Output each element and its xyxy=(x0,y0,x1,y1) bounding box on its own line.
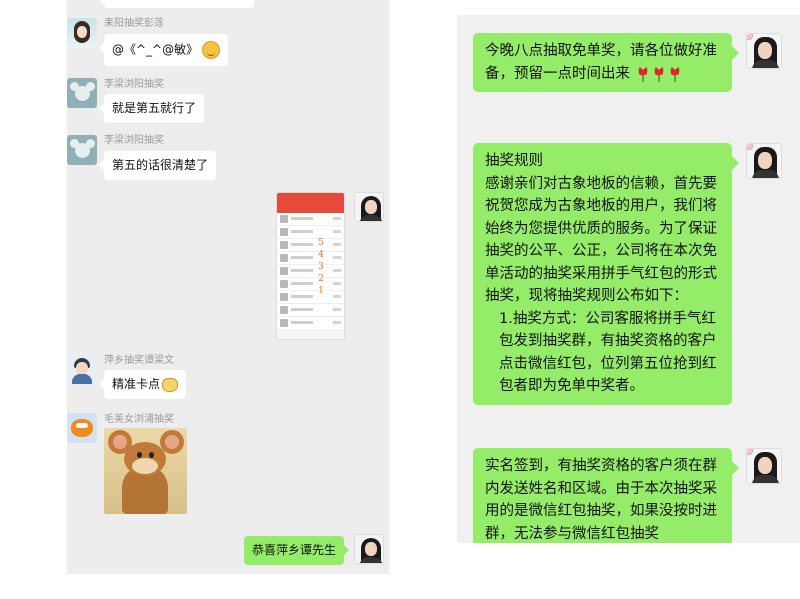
message-text: 就是第五就行了 xyxy=(112,101,197,115)
red-packet-row xyxy=(277,291,344,304)
my-avatar[interactable] xyxy=(746,448,782,484)
message-bubble[interactable]: 精准卡点 xyxy=(98,370,187,399)
sender-name: 耒阳抽奖彭莲 xyxy=(104,18,164,29)
rules-title: 抽奖规则 xyxy=(485,153,543,169)
flower-badge-icon xyxy=(747,449,753,455)
red-packet-row xyxy=(277,304,344,317)
smile-emoji-icon xyxy=(202,41,221,59)
partial-message-bubble xyxy=(99,0,254,8)
annotation-number: 3 xyxy=(318,262,324,272)
message-text: @《^_^@敏》 xyxy=(112,42,199,57)
message-bubble[interactable]: @《^_^@敏》 xyxy=(98,34,229,66)
message-text: 第五的话很清楚了 xyxy=(112,158,209,172)
message-bubble[interactable]: 第五的话很清楚了 xyxy=(98,151,217,180)
my-avatar[interactable] xyxy=(354,192,384,222)
handwritten-rank-annotation: 5 4 3 2 1 xyxy=(315,237,327,297)
tulip-icon xyxy=(654,66,663,82)
my-avatar[interactable] xyxy=(746,33,782,69)
clip-region: 实名签到，有抽奖资格的客户须在群内发送姓名和区域。由于本次抽奖采用的是微信红包抽… xyxy=(457,448,757,543)
tulip-icon xyxy=(670,66,679,82)
sender-avatar[interactable] xyxy=(67,78,97,108)
sender-avatar[interactable] xyxy=(67,413,97,443)
tulip-icon xyxy=(638,66,647,82)
flower-badge-icon xyxy=(747,144,753,150)
message-text: 精准卡点 xyxy=(112,377,161,391)
red-packet-row xyxy=(277,213,344,226)
my-message-bubble[interactable]: 抽奖规则 感谢亲们对古象地板的信赖，首先要祝贺您成为古象地板的用户，我们将始终为… xyxy=(473,143,739,405)
red-packet-row xyxy=(277,265,344,278)
red-packet-row xyxy=(277,239,344,252)
sender-name: 李梁浏阳抽奖 xyxy=(104,79,164,90)
red-packet-row xyxy=(277,278,344,291)
sender-avatar[interactable] xyxy=(67,135,97,165)
red-packet-row xyxy=(277,252,344,265)
my-avatar[interactable] xyxy=(746,143,782,179)
sender-name: 毛美女浏浦抽奖 xyxy=(104,414,174,425)
red-packet-screenshot-image[interactable]: 5 4 3 2 1 xyxy=(276,192,345,340)
message-text: 实名签到，有抽奖资格的客户须在群内发送姓名和区域。由于本次抽奖采用的是微信红包抽… xyxy=(485,458,717,542)
my-message-bubble[interactable]: 恭喜萍乡谭先生 xyxy=(244,536,350,565)
sender-avatar[interactable] xyxy=(67,354,97,384)
my-message-bubble[interactable]: 今晚八点抽取免单奖，请各位做好准备，预留一点时间出来 xyxy=(473,33,739,92)
rules-item-1: 1.抽奖方式：公司客服将拼手气红包发到抽奖群，有抽奖资格的客户点击微信红包，位列… xyxy=(499,310,717,395)
annotation-number: 2 xyxy=(318,274,324,284)
red-packet-header xyxy=(277,193,344,213)
flower-badge-icon xyxy=(747,34,753,40)
message-text: 恭喜萍乡谭先生 xyxy=(252,543,337,557)
sender-name: 李梁浏阳抽奖 xyxy=(104,135,164,146)
jerry-mouse-sticker[interactable] xyxy=(104,428,187,514)
message-text: 今晚八点抽取免单奖，请各位做好准备，预留一点时间出来 xyxy=(485,43,717,82)
annotation-number: 5 xyxy=(318,238,324,248)
rules-body: 感谢亲们对古象地板的信赖，首先要祝贺您成为古象地板的用户，我们将始终为您提供优质… xyxy=(485,175,717,305)
red-packet-row xyxy=(277,226,344,239)
annotation-number: 1 xyxy=(318,286,324,296)
annotation-number: 4 xyxy=(318,250,324,260)
sender-avatar[interactable] xyxy=(67,18,97,48)
cat-emoji-icon xyxy=(162,377,179,392)
message-bubble[interactable]: 就是第五就行了 xyxy=(98,94,205,123)
my-message-bubble[interactable]: 实名签到，有抽奖资格的客户须在群内发送姓名和区域。由于本次抽奖采用的是微信红包抽… xyxy=(473,448,739,543)
sender-name: 萍乡抽奖谭梁文 xyxy=(104,355,174,366)
my-avatar[interactable] xyxy=(354,534,384,564)
red-packet-footer xyxy=(277,329,344,339)
